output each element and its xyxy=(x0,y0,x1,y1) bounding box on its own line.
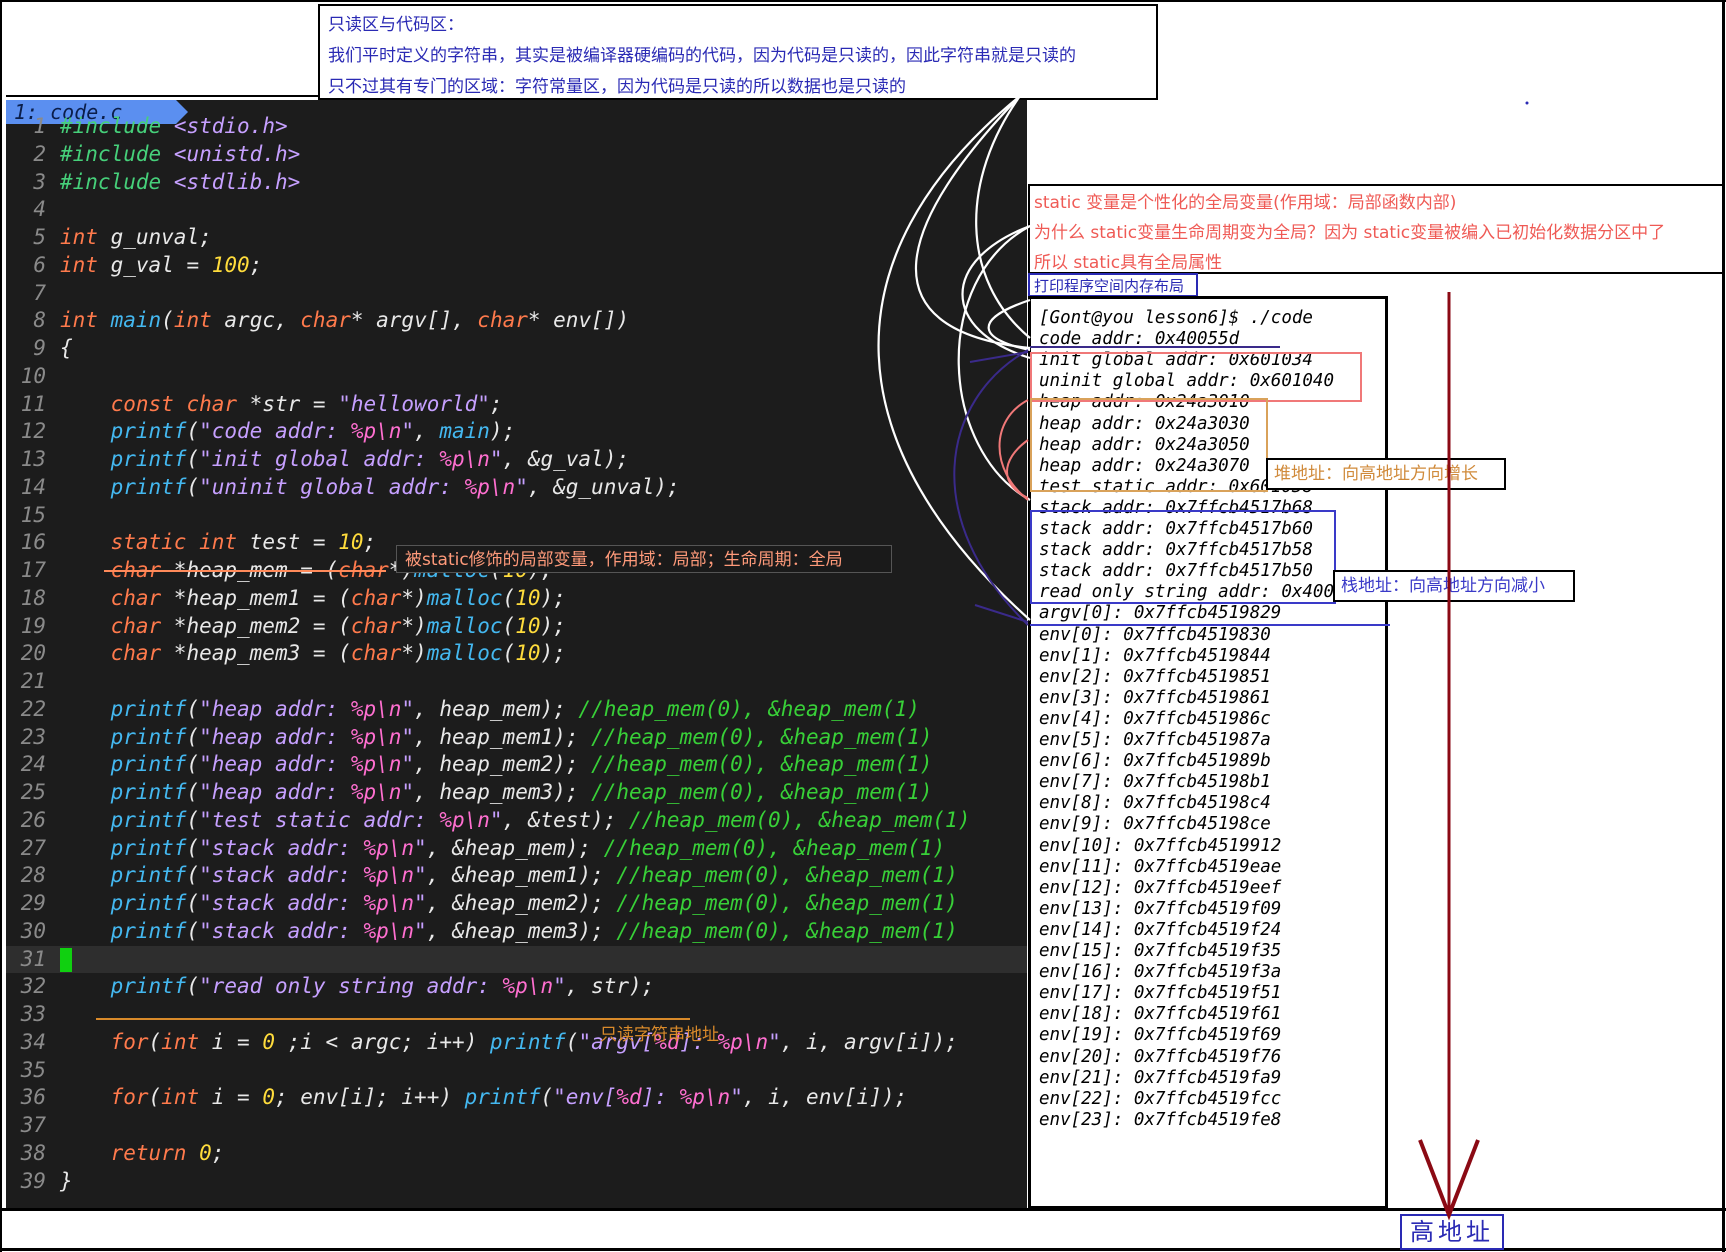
salmon-arrows xyxy=(998,399,1029,501)
arrow-line xyxy=(957,225,1031,501)
high-address-arrow xyxy=(1418,292,1480,1221)
arrow-line xyxy=(915,95,1031,350)
arrow-line xyxy=(969,351,1029,363)
arrow-line xyxy=(974,604,1029,623)
white-arrows xyxy=(877,95,1031,621)
arrow-line xyxy=(998,399,1029,501)
stray-dot xyxy=(1525,101,1529,105)
annotation-arrows xyxy=(877,95,1529,1221)
